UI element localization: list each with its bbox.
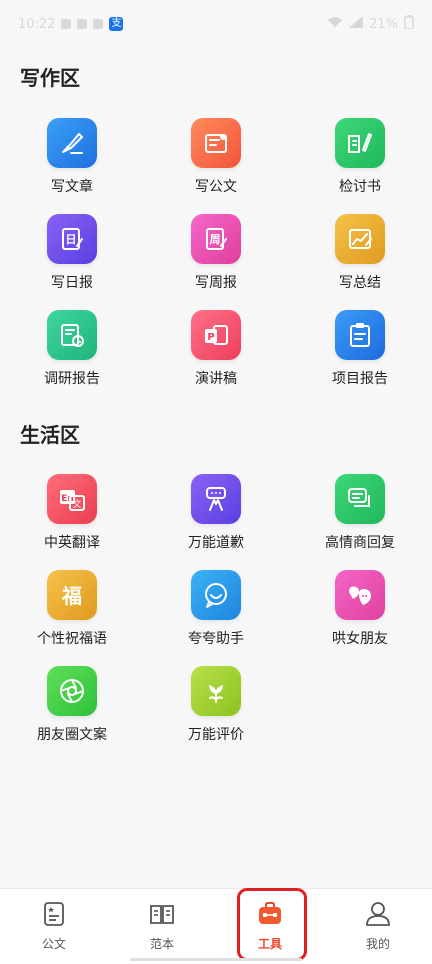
moments-shutter-icon xyxy=(47,666,97,716)
tool-moments-copy[interactable]: 朋友圈文案 xyxy=(12,666,132,756)
flower-icon xyxy=(191,666,241,716)
tab-label: 我的 xyxy=(365,937,390,951)
wifi-icon xyxy=(327,16,343,32)
bottom-tab-bar: 公文 范本 工具 我的 xyxy=(0,888,432,964)
document-stamp-icon xyxy=(191,118,241,168)
summary-chart-icon xyxy=(335,214,385,264)
tool-research-report[interactable]: 调研报告 xyxy=(12,310,132,400)
tool-label: 高情商回复 xyxy=(325,535,395,551)
notification-icon xyxy=(93,19,104,29)
tool-write-official-doc[interactable]: 写公文 xyxy=(156,118,276,208)
person-icon xyxy=(366,902,390,926)
heart-chat-icon xyxy=(335,570,385,620)
tool-apology[interactable]: 万能道歉 xyxy=(156,474,276,564)
document-star-icon xyxy=(44,902,64,926)
tool-label: 中英翻译 xyxy=(44,535,100,551)
research-clock-icon xyxy=(47,310,97,360)
section-title-writing: 写作区 xyxy=(20,66,80,90)
tool-write-article[interactable]: 写文章 xyxy=(12,118,132,208)
home-indicator xyxy=(130,958,302,961)
tool-label: 项目报告 xyxy=(332,371,388,387)
tool-label: 朋友圈文案 xyxy=(37,727,107,743)
tool-label: 调研报告 xyxy=(44,371,100,387)
smile-bubble-icon xyxy=(191,570,241,620)
tool-blessing[interactable]: 福 个性祝福语 xyxy=(12,570,132,660)
tool-eq-reply[interactable]: 高情商回复 xyxy=(300,474,420,564)
battery-level: 21% xyxy=(369,16,398,32)
tab-tools[interactable]: 工具 xyxy=(216,889,324,964)
tab-templates[interactable]: 范本 xyxy=(108,889,216,964)
translate-icon: En 文 xyxy=(47,474,97,524)
svg-text:文: 文 xyxy=(72,498,81,510)
status-right: 21% xyxy=(327,15,414,33)
chat-bubbles-icon xyxy=(335,474,385,524)
alipay-icon: 支 xyxy=(109,17,124,31)
tool-review[interactable]: 万能评价 xyxy=(156,666,276,756)
tool-daily-report[interactable]: 日 写日报 xyxy=(12,214,132,304)
tool-label: 检讨书 xyxy=(339,179,381,195)
fu-blessing-icon: 福 xyxy=(47,570,97,620)
tab-label: 工具 xyxy=(257,937,282,951)
clipboard-icon xyxy=(335,310,385,360)
status-time: 10:22 xyxy=(18,16,56,32)
tool-label: 演讲稿 xyxy=(195,371,237,387)
tab-official-docs[interactable]: 公文 xyxy=(0,889,108,964)
status-bar: 10:22 支 21% xyxy=(0,0,432,48)
tab-profile[interactable]: 我的 xyxy=(324,889,432,964)
section-title-life: 生活区 xyxy=(20,423,80,447)
toolbox-icon xyxy=(259,902,281,924)
presentation-icon: P xyxy=(191,310,241,360)
tool-label: 写日报 xyxy=(51,275,93,291)
notification-icon xyxy=(61,19,72,29)
tool-translate[interactable]: En 文 中英翻译 xyxy=(12,474,132,564)
tool-weekly-report[interactable]: 周 写周报 xyxy=(156,214,276,304)
status-left: 10:22 支 xyxy=(18,16,124,32)
open-book-icon xyxy=(150,905,174,924)
tool-label: 哄女朋友 xyxy=(332,631,388,647)
tool-label: 个性祝福语 xyxy=(37,631,107,647)
tab-label: 范本 xyxy=(149,937,174,951)
notification-icon xyxy=(77,19,88,29)
svg-text:福: 福 xyxy=(61,584,82,608)
tool-praise[interactable]: 夸夸助手 xyxy=(156,570,276,660)
tool-project-report[interactable]: 项目报告 xyxy=(300,310,420,400)
tool-label: 夸夸助手 xyxy=(188,631,244,647)
svg-text:日: 日 xyxy=(66,233,77,246)
tab-label: 公文 xyxy=(41,937,66,951)
tool-label: 写总结 xyxy=(339,275,381,291)
book-pencil-icon xyxy=(335,118,385,168)
tool-label: 万能道歉 xyxy=(188,535,244,551)
pen-nib-icon xyxy=(47,118,97,168)
tool-girlfriend[interactable]: 哄女朋友 xyxy=(300,570,420,660)
svg-text:周: 周 xyxy=(210,233,221,246)
tool-label: 写周报 xyxy=(195,275,237,291)
tool-speech[interactable]: P 演讲稿 xyxy=(156,310,276,400)
tool-label: 写公文 xyxy=(195,179,237,195)
daily-report-icon: 日 xyxy=(47,214,97,264)
apology-hands-icon xyxy=(191,474,241,524)
tool-label: 写文章 xyxy=(51,179,93,195)
tool-label: 万能评价 xyxy=(188,727,244,743)
tool-summary[interactable]: 写总结 xyxy=(300,214,420,304)
svg-text:P: P xyxy=(207,332,214,343)
battery-icon xyxy=(404,15,414,33)
tool-self-criticism[interactable]: 检讨书 xyxy=(300,118,420,208)
signal-icon xyxy=(349,16,364,32)
weekly-report-icon: 周 xyxy=(191,214,241,264)
